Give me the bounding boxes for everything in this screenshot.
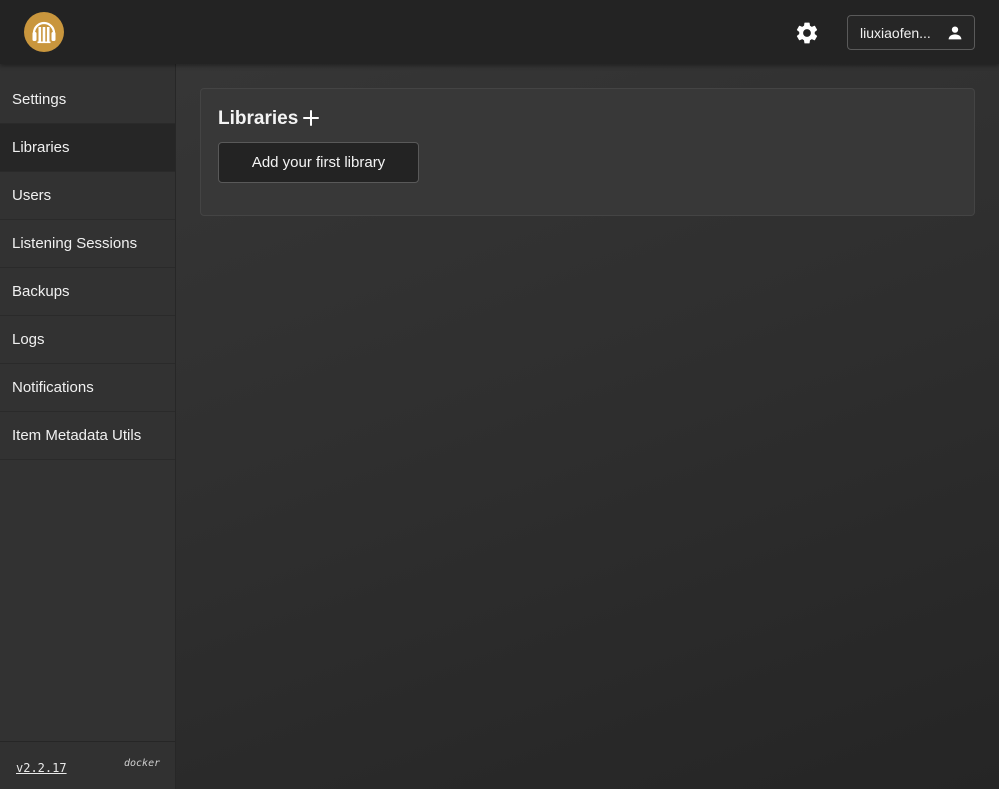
sidebar-item-settings[interactable]: Settings	[0, 64, 175, 124]
sidebar-item-item-metadata-utils[interactable]: Item Metadata Utils	[0, 412, 175, 460]
top-bar: liuxiaofen...	[0, 0, 999, 64]
version-link[interactable]: v2.2.17	[16, 761, 67, 775]
sidebar-item-libraries[interactable]: Libraries	[0, 124, 175, 172]
plus-icon[interactable]	[302, 109, 320, 127]
environment-label: docker	[124, 758, 161, 769]
add-first-library-button[interactable]: Add your first library	[218, 142, 419, 183]
audiobookshelf-logo-icon[interactable]	[24, 12, 64, 52]
libraries-card: Libraries Add your first library	[200, 88, 975, 216]
user-account-button[interactable]: liuxiaofen...	[847, 15, 975, 50]
gear-icon[interactable]	[794, 20, 820, 46]
sidebar: Settings Libraries Users Listening Sessi…	[0, 64, 176, 789]
sidebar-item-listening-sessions[interactable]: Listening Sessions	[0, 220, 175, 268]
sidebar-item-backups[interactable]: Backups	[0, 268, 175, 316]
user-name-label: liuxiaofen...	[860, 24, 931, 41]
app-root: liuxiaofen... Settings Libraries Users L…	[0, 0, 999, 789]
sidebar-footer: v2.2.17 docker	[0, 741, 175, 789]
sidebar-item-notifications[interactable]: Notifications	[0, 364, 175, 412]
sidebar-item-users[interactable]: Users	[0, 172, 175, 220]
user-icon	[946, 24, 964, 42]
sidebar-item-logs[interactable]: Logs	[0, 316, 175, 364]
libraries-title: Libraries	[218, 108, 299, 129]
main-content: Libraries Add your first library	[176, 64, 999, 789]
